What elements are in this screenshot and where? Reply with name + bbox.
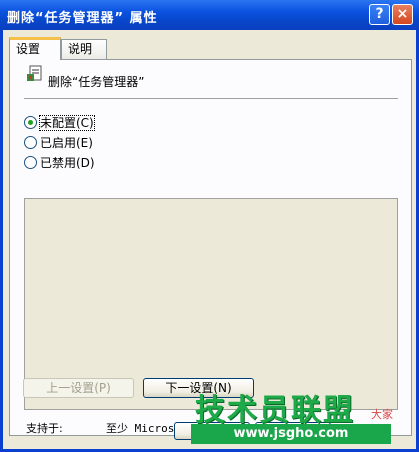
radio-icon[interactable] <box>24 136 37 149</box>
radio-label: 已启用(E) <box>40 136 93 150</box>
radio-selected-icon[interactable] <box>24 116 37 129</box>
tab-explain[interactable]: 说明 <box>61 39 107 59</box>
radio-label: 未配置(C) <box>39 115 95 131</box>
support-label: 支持于: <box>26 422 63 435</box>
policy-icon <box>27 65 42 81</box>
help-button[interactable]: ? <box>369 4 390 25</box>
radio-disabled[interactable]: 已禁用(D) <box>24 154 95 170</box>
close-button[interactable]: × <box>392 4 413 25</box>
prev-setting-button[interactable]: 上一设置(P) <box>23 378 134 398</box>
watermark-url: www.jsgho.com <box>191 424 391 444</box>
policy-title: 删除“任务管理器” <box>48 75 145 89</box>
properties-dialog: 删除“任务管理器” 属性 ? × 设置 说明 删除“任务管理器” 未配置(C) … <box>0 0 419 452</box>
window-title: 删除“任务管理器” 属性 <box>7 11 158 26</box>
dialog-client-area: 设置 说明 删除“任务管理器” 未配置(C) 已启用(E) 已禁用(D) 支持于… <box>3 30 416 449</box>
radio-icon[interactable] <box>24 156 37 169</box>
watermark-tag: 大家 <box>371 408 393 421</box>
title-bar[interactable]: 删除“任务管理器” 属性 ? × <box>0 0 419 30</box>
radio-label: 已禁用(D) <box>40 156 95 170</box>
radio-enabled[interactable]: 已启用(E) <box>24 134 93 150</box>
tab-settings[interactable]: 设置 <box>9 37 61 60</box>
radio-not-configured[interactable]: 未配置(C) <box>24 114 95 131</box>
separator <box>24 98 398 99</box>
watermark-text: 技术员联盟 <box>195 393 355 428</box>
